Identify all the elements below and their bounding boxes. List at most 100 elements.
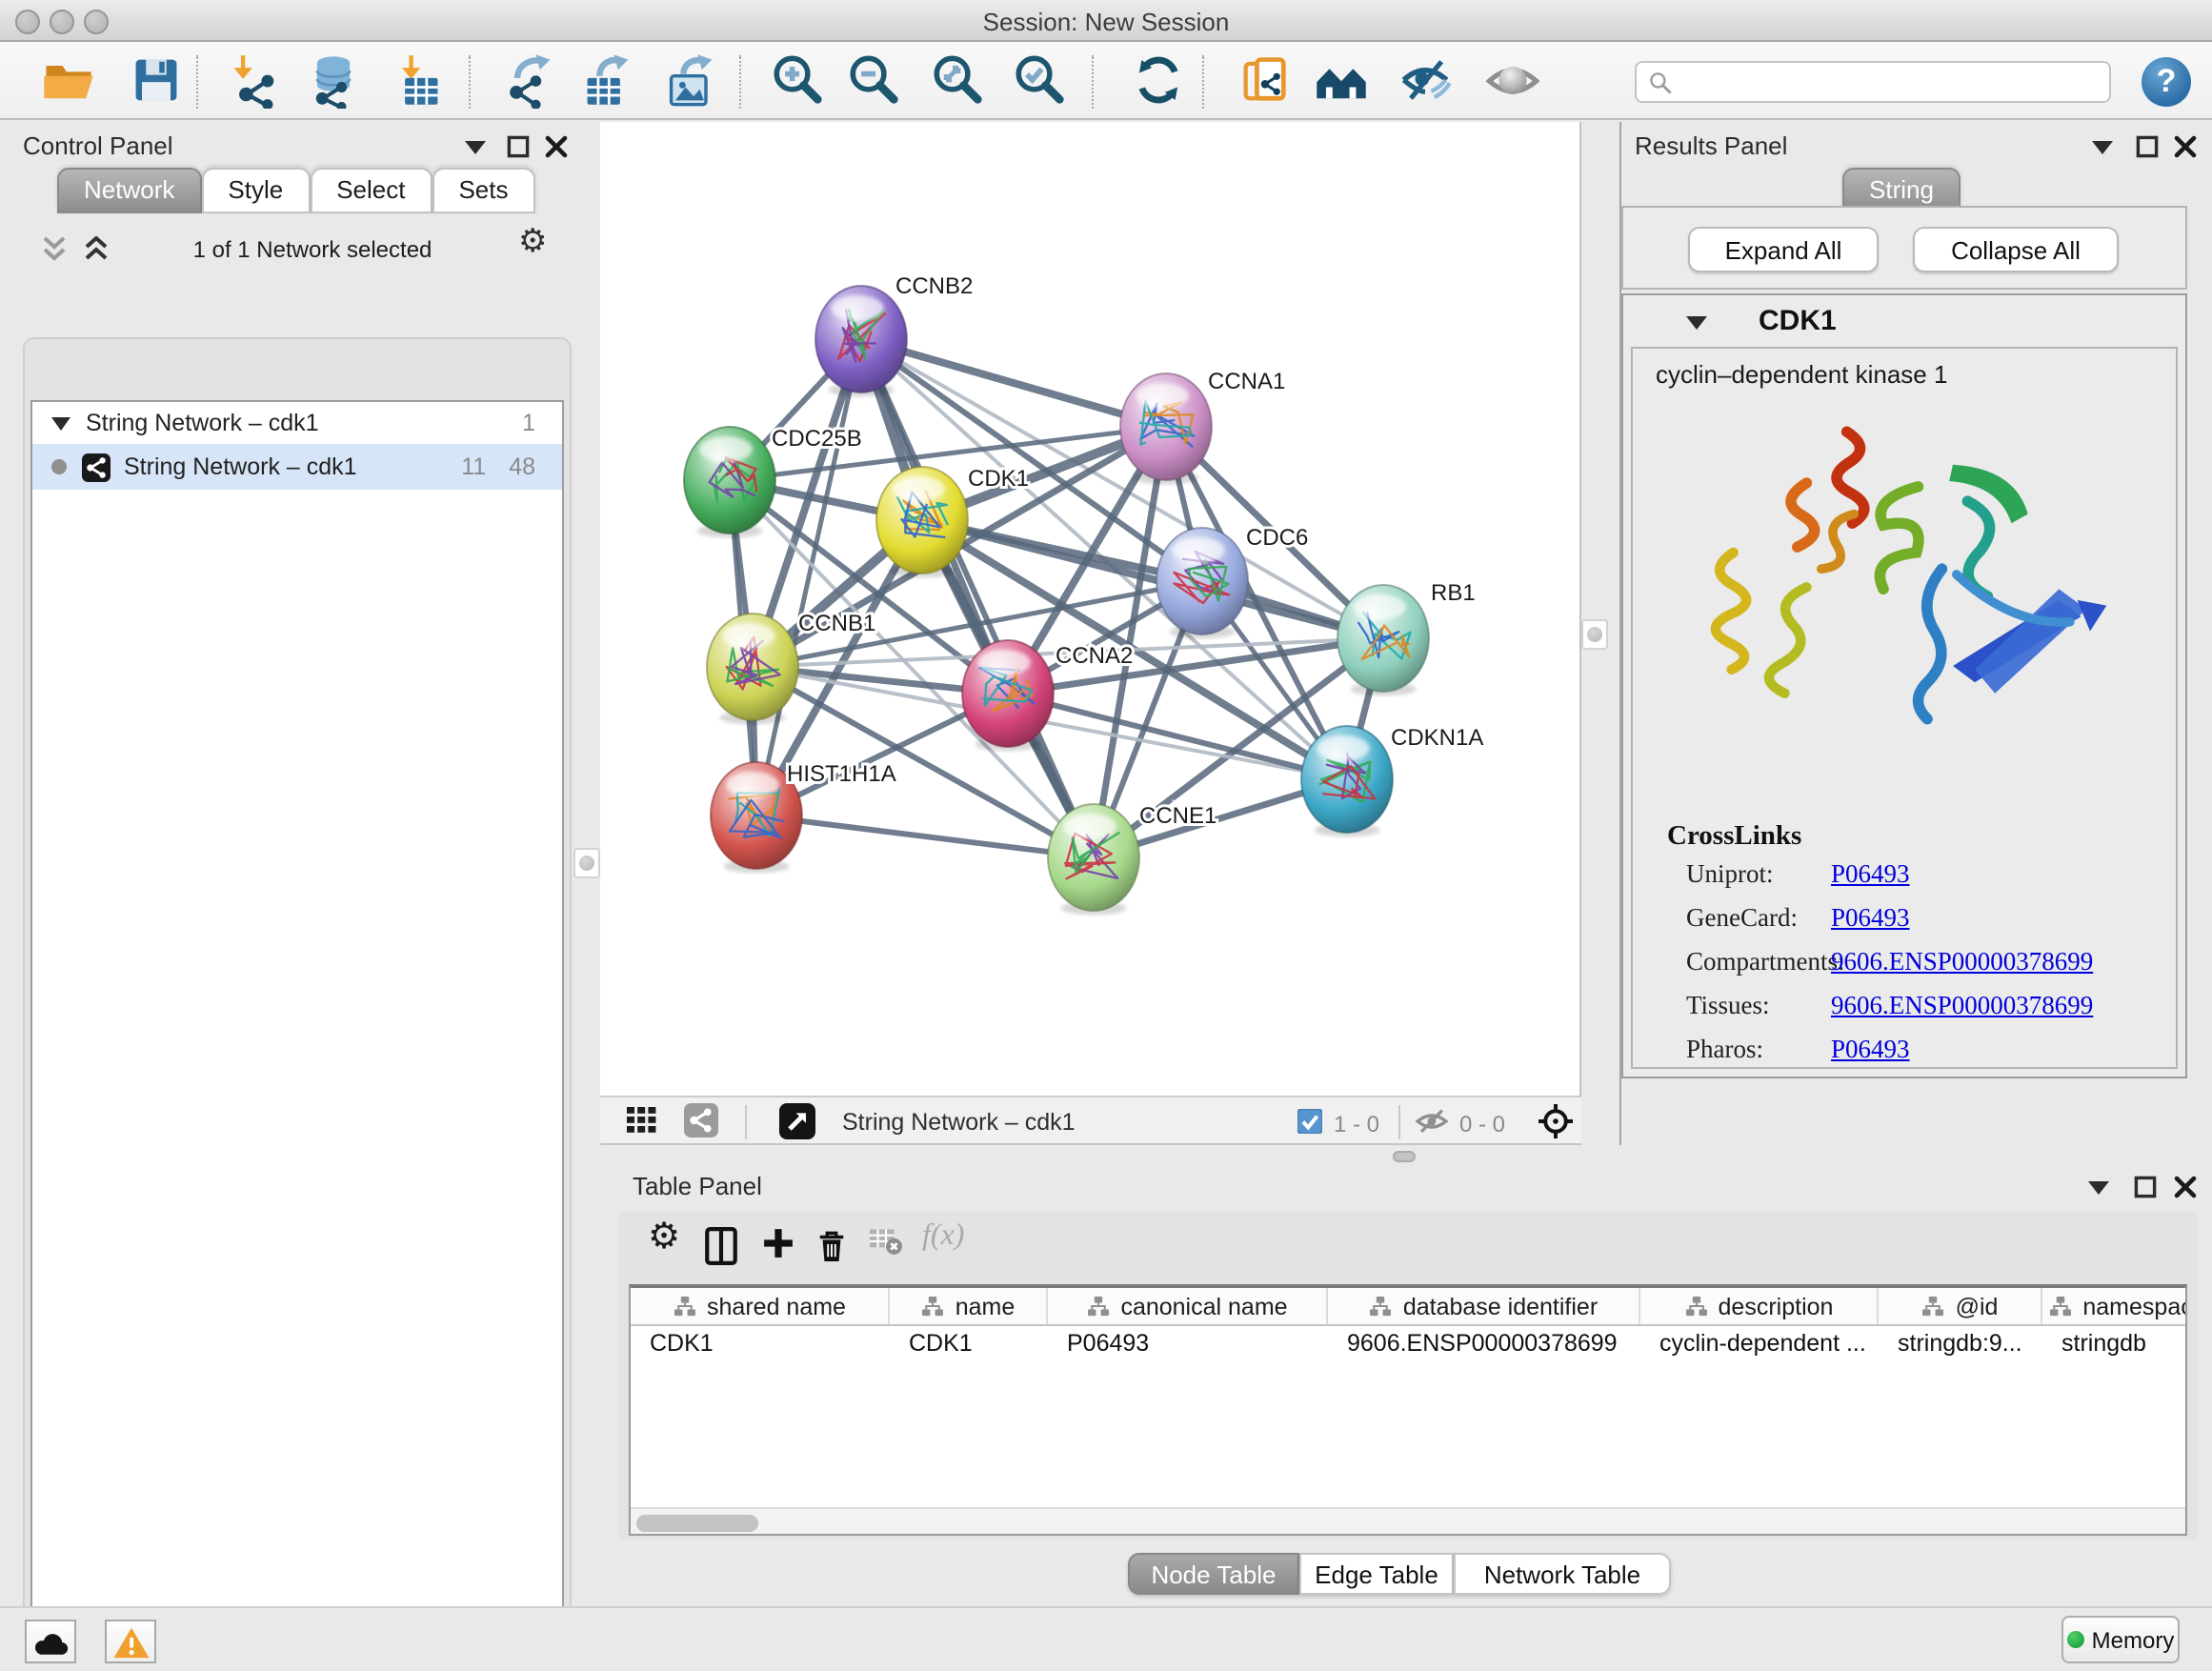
show-details-icon: [1484, 51, 1541, 109]
network-edge-CCNB2-HIST1H1A[interactable]: [756, 339, 861, 815]
zoom-out-button[interactable]: [844, 51, 905, 112]
column-header-shared-name[interactable]: shared name: [631, 1288, 890, 1324]
results-panel-collapse-button[interactable]: [2092, 141, 2113, 154]
network-row[interactable]: String Network – cdk1 11 48: [32, 444, 562, 490]
tab-node-table[interactable]: Node Table: [1128, 1553, 1299, 1595]
import-network-from-database-button[interactable]: [303, 51, 364, 112]
tab-network-table[interactable]: Network Table: [1454, 1553, 1671, 1595]
horizontal-splitter-handle[interactable]: [1393, 1151, 1416, 1162]
share-document-button[interactable]: [1235, 51, 1296, 112]
crosslink-genecard-link[interactable]: P06493: [1831, 903, 1910, 932]
help-button[interactable]: ?: [2142, 57, 2191, 107]
warning-button[interactable]: [105, 1620, 156, 1663]
network-node-HIST1H1A[interactable]: HIST1H1A: [711, 761, 896, 873]
results-panel-close-button[interactable]: [2174, 135, 2197, 158]
network-node-CDC25B[interactable]: CDC25B: [684, 426, 862, 537]
table-panel-collapse-button[interactable]: [2088, 1181, 2109, 1195]
column-header-database-identifier[interactable]: database identifier: [1328, 1288, 1640, 1324]
export-network-button[interactable]: [499, 51, 560, 112]
crosslink-uniprot-link[interactable]: P06493: [1831, 859, 1910, 888]
collapse-all-networks-button[interactable]: [42, 236, 67, 261]
tab-edge-table[interactable]: Edge Table: [1299, 1553, 1454, 1595]
delete-table-button[interactable]: [869, 1227, 903, 1256]
save-session-button[interactable]: [126, 51, 187, 112]
fit-selection-crosshair-button[interactable]: [1538, 1103, 1574, 1139]
column-header-name[interactable]: name: [890, 1288, 1048, 1324]
left-splitter-handle[interactable]: [573, 848, 600, 878]
crosslink-label: GeneCard:: [1686, 903, 1798, 932]
column-hierarchy-icon: [1086, 1296, 1111, 1317]
import-network-button[interactable]: [225, 51, 286, 112]
network-view-share-button[interactable]: [684, 1103, 718, 1137]
collapse-all-button[interactable]: Collapse All: [1913, 227, 2119, 272]
table-panel-float-button[interactable]: [2134, 1176, 2157, 1198]
network-node-CCNB2[interactable]: CCNB2: [815, 273, 973, 396]
table-horizontal-scrollbar[interactable]: [631, 1507, 2185, 1534]
birdseye-grid-button[interactable]: [627, 1107, 657, 1134]
column-header-@id[interactable]: @id: [1879, 1288, 2042, 1324]
table-row[interactable]: CDK1CDK1P064939606.ENSP00000378699cyclin…: [631, 1326, 2185, 1362]
network-options-gear-icon[interactable]: ⚙: [518, 223, 548, 261]
control-panel-float-button[interactable]: [507, 135, 530, 158]
refresh-button[interactable]: [1128, 51, 1189, 112]
tab-sets[interactable]: Sets: [432, 168, 534, 213]
expand-all-button[interactable]: Expand All: [1688, 227, 1879, 272]
show-graphics-details-button[interactable]: [1482, 51, 1543, 112]
share-gray-icon: [684, 1103, 718, 1137]
right-splitter-handle[interactable]: [1581, 619, 1608, 650]
hide-graphics-details-button[interactable]: [1395, 51, 1456, 112]
network-canvas[interactable]: CCNB2 CCNA1 CDC25B CDK1 CDC6: [600, 122, 1581, 1096]
add-column-button[interactable]: [762, 1227, 794, 1259]
network-collection-row[interactable]: String Network – cdk1 1: [32, 402, 562, 444]
zoom-selected-icon: [1012, 51, 1069, 109]
open-session-button[interactable]: [38, 51, 99, 112]
toolbar-separator: [1202, 55, 1204, 109]
open-view-in-window-button[interactable]: [779, 1102, 815, 1138]
tab-network[interactable]: Network: [57, 168, 201, 213]
network-row-label: String Network – cdk1: [124, 453, 357, 480]
trash-icon: [815, 1227, 848, 1263]
column-header-namespace[interactable]: namespace: [2042, 1288, 2187, 1324]
network-tree: String Network – cdk1 1 String Network –…: [30, 400, 564, 1671]
search-input[interactable]: [1682, 69, 2098, 95]
delete-column-button[interactable]: [815, 1227, 848, 1263]
expand-all-networks-button[interactable]: [84, 236, 109, 261]
scrollbar-thumb[interactable]: [636, 1514, 758, 1531]
crosslink-tissues-link[interactable]: 9606.ENSP00000378699: [1831, 991, 2093, 1019]
tab-style[interactable]: Style: [201, 168, 310, 213]
network-node-CDKN1A[interactable]: CDKN1A: [1301, 725, 1483, 836]
cloud-button[interactable]: [25, 1620, 76, 1663]
export-table-button[interactable]: [577, 51, 638, 112]
hidden-elements-button[interactable]: [1414, 1107, 1450, 1141]
show-columns-button[interactable]: [705, 1227, 737, 1265]
import-table-button[interactable]: [387, 51, 448, 112]
zoom-in-button[interactable]: [768, 51, 829, 112]
results-panel-float-button[interactable]: [2136, 135, 2159, 158]
control-panel-close-button[interactable]: [545, 135, 568, 158]
memory-button[interactable]: Memory: [2061, 1616, 2180, 1663]
protein-section-expander[interactable]: [1686, 316, 1707, 330]
crosslink-compartments-link[interactable]: 9606.ENSP00000378699: [1831, 947, 2093, 976]
network-node-CCNE1[interactable]: CCNE1: [1048, 803, 1217, 915]
zoom-selected-button[interactable]: [1010, 51, 1071, 112]
column-hierarchy-icon: [1921, 1296, 1946, 1317]
network-status-dot-icon: [51, 459, 67, 474]
table-cell: CDK1: [631, 1326, 890, 1362]
checkbox-checked-icon: [1297, 1109, 1322, 1134]
network-edge-HIST1H1A-CCNE1[interactable]: [756, 815, 1094, 857]
column-header-canonical-name[interactable]: canonical name: [1048, 1288, 1328, 1324]
table-panel-close-button[interactable]: [2174, 1176, 2197, 1198]
function-builder-label[interactable]: f(x): [922, 1219, 964, 1254]
tab-select[interactable]: Select: [310, 168, 432, 213]
table-options-gear-icon[interactable]: ⚙: [648, 1216, 680, 1259]
zoom-fit-button[interactable]: [928, 51, 989, 112]
selected-checkbox[interactable]: [1297, 1109, 1322, 1139]
column-header-description[interactable]: description: [1640, 1288, 1879, 1324]
network-node-RB1[interactable]: RB1: [1337, 580, 1476, 695]
column-hierarchy-icon: [1369, 1296, 1394, 1317]
houses-button[interactable]: [1311, 51, 1372, 112]
export-image-button[interactable]: [661, 51, 722, 112]
control-panel-collapse-button[interactable]: [465, 141, 486, 154]
crosslink-pharos-link[interactable]: P06493: [1831, 1035, 1910, 1063]
network-node-count: 11: [461, 453, 486, 480]
